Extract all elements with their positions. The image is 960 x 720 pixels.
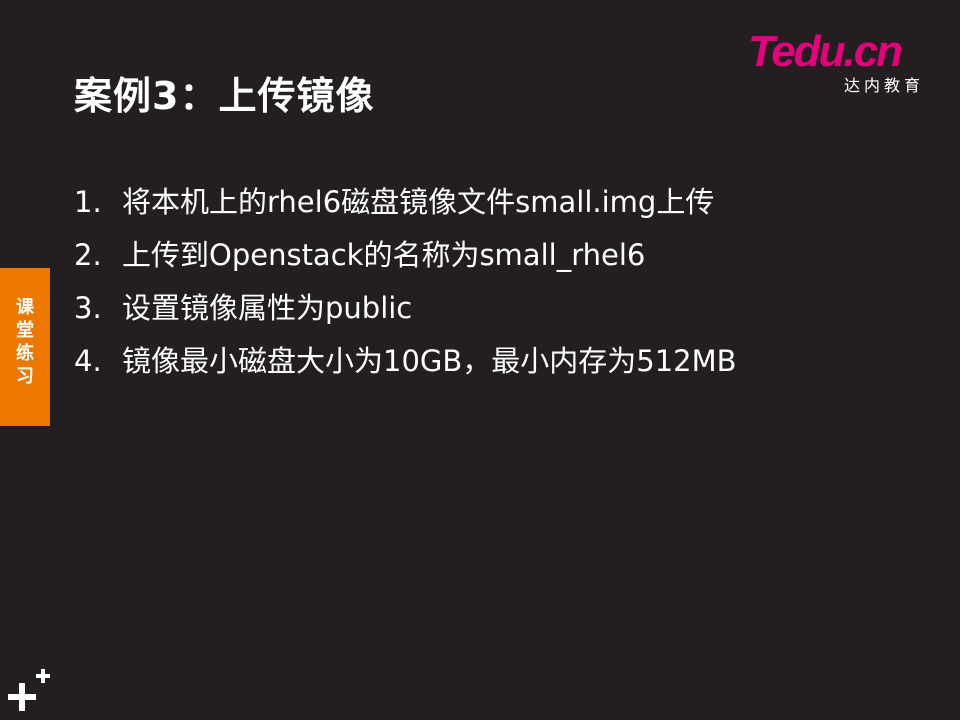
list-item: 1. 将本机上的rhel6磁盘镜像文件small.img上传: [74, 176, 737, 229]
tedu-logo: Tedu.cn 达内教育: [748, 28, 928, 98]
list-item-number: 3.: [74, 291, 102, 325]
logo-brand: Tedu.cn: [748, 27, 903, 76]
side-tab-classroom-practice: 课 堂 练 习: [0, 268, 50, 426]
list-item: 4. 镜像最小磁盘大小为10GB，最小内存为512MB: [74, 335, 737, 388]
list-item: 2. 上传到Openstack的名称为small_rhel6: [74, 229, 737, 282]
list-item-text: 上传到Openstack的名称为small_rhel6: [122, 238, 646, 272]
list-item-text: 将本机上的rhel6磁盘镜像文件small.img上传: [122, 185, 715, 219]
list-item-number: 2.: [74, 238, 102, 272]
plus-icon: [8, 669, 50, 711]
slide: 案例3：上传镜像 Tedu.cn 达内教育 1. 将本机上的rhel6磁盘镜像文…: [0, 0, 960, 720]
side-tab-label: 课 堂 练 习: [16, 297, 34, 387]
list-item-text: 镜像最小磁盘大小为10GB，最小内存为512MB: [122, 344, 737, 378]
slide-title: 案例3：上传镜像: [74, 74, 375, 118]
task-list: 1. 将本机上的rhel6磁盘镜像文件small.img上传 2. 上传到Ope…: [74, 176, 737, 388]
list-item: 3. 设置镜像属性为public: [74, 282, 737, 335]
list-item-number: 1.: [74, 185, 102, 219]
list-item-number: 4.: [74, 344, 102, 378]
list-item-text: 设置镜像属性为public: [122, 291, 413, 325]
logo-subtitle: 达内教育: [843, 76, 924, 95]
